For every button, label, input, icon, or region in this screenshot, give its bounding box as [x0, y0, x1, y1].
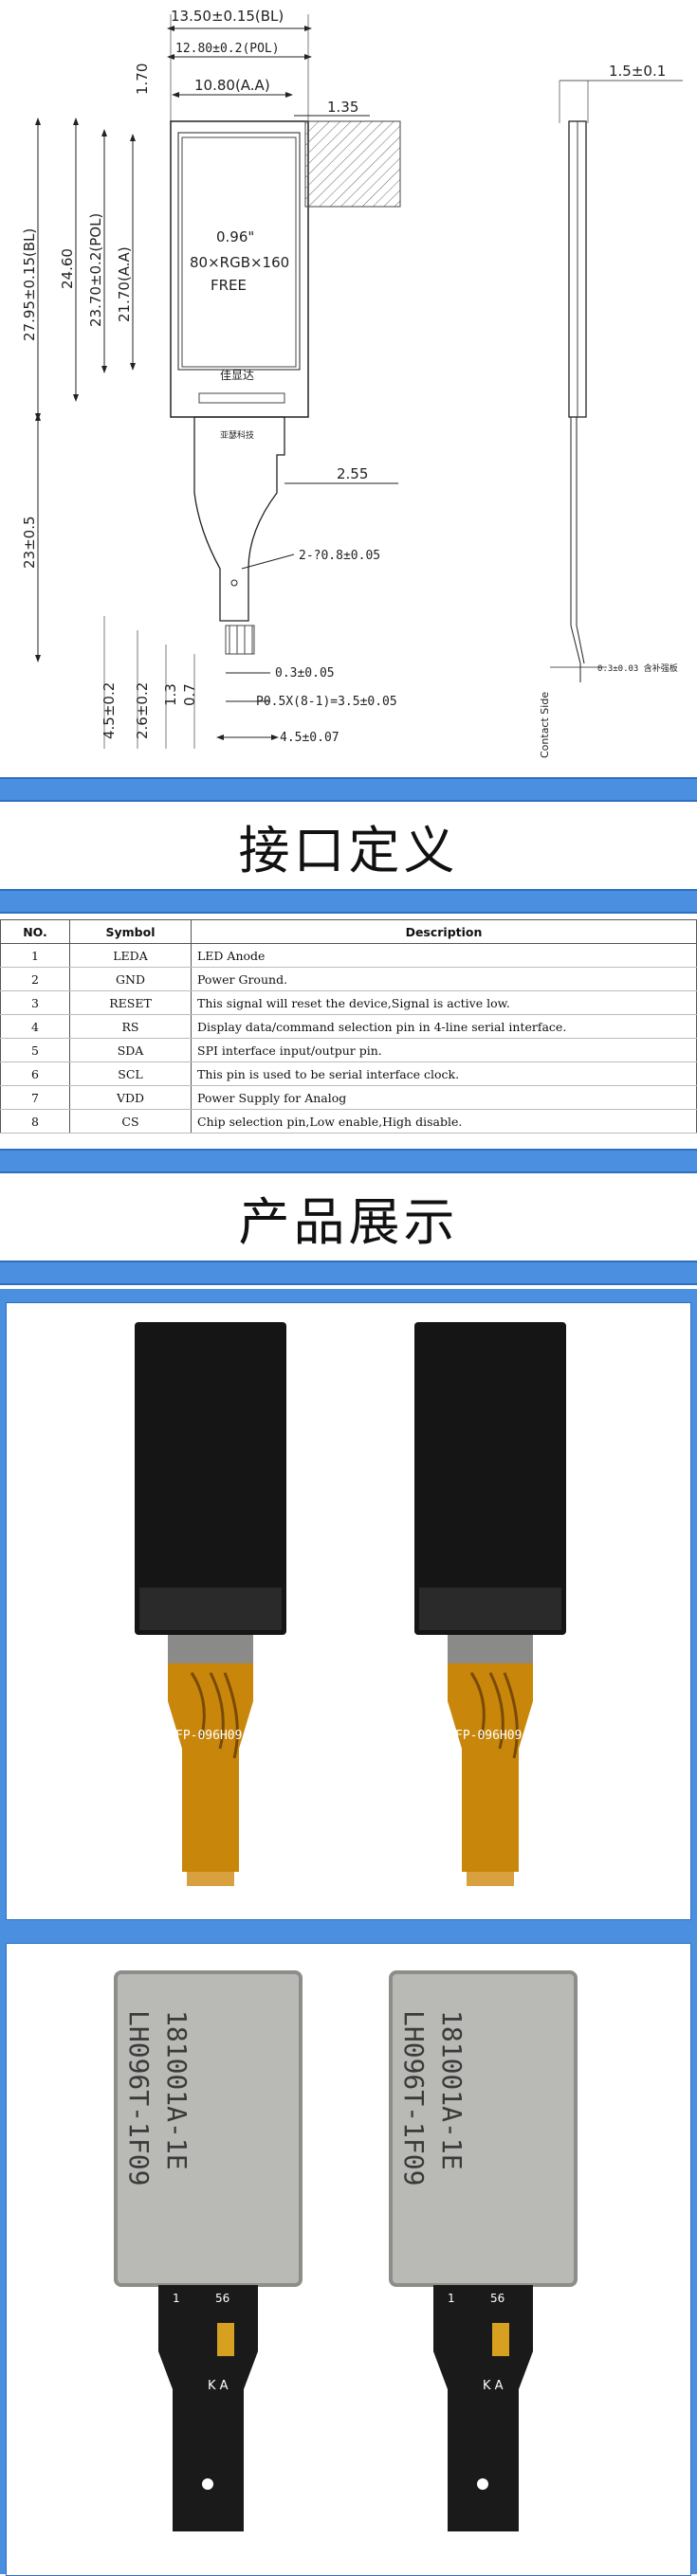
pin-symbol: RS [69, 1014, 192, 1039]
pin-symbol: SDA [69, 1038, 192, 1062]
table-header-row: NO. Symbol Description [0, 919, 697, 944]
col-symbol: Symbol [69, 919, 192, 944]
dim-top-margin: 1.70 [134, 63, 151, 95]
dim-fpc-length: 23±0.5 [21, 516, 38, 569]
product-photo-front-block: FP-096H09A FP-096H09A [0, 1289, 697, 1933]
pin-no: 3 [0, 990, 70, 1015]
section-banner-showcase: 产品展示 [0, 1149, 697, 1285]
pin-first-label: 1 [448, 2292, 455, 2305]
dim-bl-width: 13.50±0.15(BL) [171, 8, 284, 25]
dim-4-5: 4.5±0.2 [101, 682, 118, 739]
back-label-line2: 181001A-1E [161, 2010, 193, 2170]
section-banner-interface: 接口定义 [0, 777, 697, 914]
dim-thickness: 1.5±0.1 [609, 63, 666, 80]
display-module-back-left: LH096T-1F09 181001A-1E 1 56 K A [114, 1970, 303, 2531]
product-photo-back-block: LH096T-1F09 181001A-1E 1 56 K A LH096T-1… [0, 1933, 697, 2576]
pin-last-label: 56 [490, 2292, 504, 2305]
fpc-text: 亚瑟科技 [220, 429, 254, 441]
display-module-front-left: FP-096H09A [135, 1322, 286, 1886]
table-row: 1 LEDA LED Anode [0, 943, 697, 968]
dim-fpc-neck: 2.55 [337, 465, 368, 482]
pin-no: 5 [0, 1038, 70, 1062]
col-no: NO. [0, 919, 70, 944]
mechanical-drawing: 13.50±0.15(BL) 12.80±0.2(POL) 10.80(A.A)… [0, 0, 697, 768]
pin-symbol: VDD [69, 1085, 192, 1110]
dim-1-3: 1.3 [162, 683, 179, 706]
pin-symbol: CS [69, 1109, 192, 1134]
pin-no: 4 [0, 1014, 70, 1039]
pin-symbol: SCL [69, 1061, 192, 1086]
pin-desc: LED Anode [191, 943, 697, 968]
fpc-label: FP-096H09A [175, 1729, 249, 1743]
screen-mode: FREE [211, 277, 247, 294]
back-label-line2: 181001A-1E [436, 2010, 468, 2170]
pin-desc: Display data/command selection pin in 4-… [191, 1014, 697, 1039]
pin-desc: Chip selection pin,Low enable,High disab… [191, 1109, 697, 1134]
dim-holes: 2-?0.8±0.05 [299, 549, 380, 563]
dim-h1: 24.60 [59, 248, 76, 289]
pin-first-label: 1 [173, 2292, 180, 2305]
dim-pitch: P0.5X(8-1)=3.5±0.05 [256, 695, 397, 709]
col-description: Description [191, 919, 697, 944]
pin-no: 6 [0, 1061, 70, 1086]
table-row: 7 VDD Power Supply for Analog [0, 1085, 697, 1110]
display-module-front-right: FP-096H09A [414, 1322, 566, 1886]
back-label-line1: LH096T-1F09 [123, 2010, 155, 2186]
dim-pol-width: 12.80±0.2(POL) [175, 42, 280, 56]
screen-brand: 佳显达 [220, 369, 254, 382]
dim-stiffener: 0.3±0.03 含补强板 [597, 662, 678, 674]
back-label-line1: LH096T-1F09 [398, 2010, 430, 2186]
pin-desc: SPI interface input/outpur pin. [191, 1038, 697, 1062]
table-row: 6 SCL This pin is used to be serial inte… [0, 1061, 697, 1086]
dim-pol-height: 23.70±0.2(POL) [87, 213, 104, 327]
pin-desc: Power Supply for Analog [191, 1085, 697, 1110]
table-row: 5 SDA SPI interface input/outpur pin. [0, 1038, 697, 1062]
dim-aa-width: 10.80(A.A) [194, 77, 270, 94]
pin-symbol: RESET [69, 990, 192, 1015]
pin-definition-table: NO. Symbol Description 1 LEDA LED Anode … [0, 919, 697, 1134]
dim-0-7: 0.7 [181, 683, 198, 706]
dim-aa-height: 21.70(A.A) [116, 246, 133, 322]
pin-no: 1 [0, 943, 70, 968]
table-row: 8 CS Chip selection pin,Low enable,High … [0, 1109, 697, 1134]
ka-label: K A [483, 2379, 504, 2393]
pin-last-label: 56 [215, 2292, 229, 2305]
dim-2-6: 2.6±0.2 [134, 682, 151, 739]
dim-bl-height: 27.95±0.15(BL) [21, 228, 38, 341]
contact-side: Contact Side [539, 692, 551, 758]
table-row: 2 GND Power Ground. [0, 967, 697, 991]
table-row: 3 RESET This signal will reset the devic… [0, 990, 697, 1015]
dim-fpc-w: 4.5±0.07 [280, 731, 339, 745]
product-photo-front: FP-096H09A FP-096H09A [135, 1322, 566, 1886]
pin-no: 8 [0, 1109, 70, 1134]
pin-no: 2 [0, 967, 70, 991]
fpc-label: FP-096H09A [455, 1729, 529, 1743]
display-module-back-right: LH096T-1F09 181001A-1E 1 56 K A [389, 1970, 578, 2531]
pin-symbol: LEDA [69, 943, 192, 968]
section-title-showcase: 产品展示 [238, 1191, 459, 1252]
dim-pin-w: 0.3±0.05 [275, 666, 335, 680]
ka-label: K A [208, 2379, 229, 2393]
pin-symbol: GND [69, 967, 192, 991]
section-title-interface: 接口定义 [238, 820, 459, 880]
pin-desc: This signal will reset the device,Signal… [191, 990, 697, 1015]
table-row: 4 RS Display data/command selection pin … [0, 1014, 697, 1039]
screen-res: 80×RGB×160 [190, 254, 289, 271]
screen-size: 0.96" [216, 228, 254, 245]
pin-desc: Power Ground. [191, 967, 697, 991]
pin-desc: This pin is used to be serial interface … [191, 1061, 697, 1086]
pin-no: 7 [0, 1085, 70, 1110]
product-photo-back: LH096T-1F09 181001A-1E 1 56 K A LH096T-1… [114, 1970, 578, 2531]
dim-edge: 1.35 [327, 99, 358, 116]
